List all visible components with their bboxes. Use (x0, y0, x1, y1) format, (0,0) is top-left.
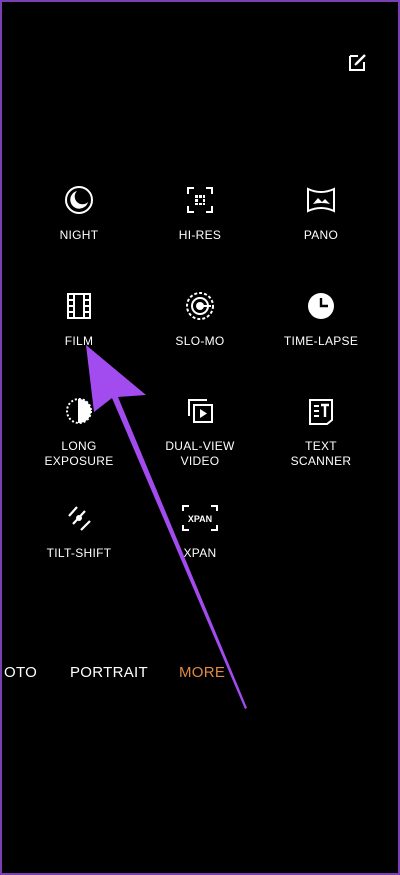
mode-label: NIGHT (59, 228, 99, 242)
mode-hi-res[interactable]: HI-RES (140, 184, 260, 243)
mode-time-lapse[interactable]: TIME-LAPSE (261, 290, 381, 349)
text-scanner-icon (305, 395, 337, 427)
camera-mode-bar: OTO PORTRAIT MORE (0, 664, 400, 684)
mode-label: PANO (303, 228, 339, 242)
night-icon (63, 184, 95, 216)
long-exposure-icon (63, 395, 95, 427)
slo-mo-icon (184, 290, 216, 322)
nav-portrait[interactable]: PORTRAIT (70, 664, 148, 681)
mode-film[interactable]: FILM (19, 290, 139, 349)
mode-tilt-shift[interactable]: TILT-SHIFT (19, 502, 139, 561)
hi-res-icon (184, 184, 216, 216)
mode-label: DUAL-VIEW VIDEO (165, 439, 235, 468)
mode-label: SLO-MO (175, 334, 225, 348)
xpan-icon-text: XPAN (188, 514, 212, 524)
edit-button[interactable] (346, 50, 370, 74)
nav-photo[interactable]: OTO (4, 664, 37, 681)
mode-label: HI-RES (178, 228, 222, 242)
mode-label: FILM (64, 334, 94, 348)
mode-label: XPAN (183, 546, 217, 560)
edit-icon (349, 54, 366, 71)
time-lapse-icon (305, 290, 337, 322)
mode-slo-mo[interactable]: SLO-MO (140, 290, 260, 349)
mode-pano[interactable]: PANO (261, 184, 381, 243)
mode-xpan[interactable]: XPAN XPAN (140, 502, 260, 561)
film-icon (63, 290, 95, 322)
tilt-shift-icon (63, 502, 95, 534)
nav-more[interactable]: MORE (179, 664, 225, 681)
mode-label: LONG EXPOSURE (44, 439, 114, 468)
mode-night[interactable]: NIGHT (19, 184, 139, 243)
mode-text-scanner[interactable]: TEXT SCANNER (261, 395, 381, 469)
mode-label: TIME-LAPSE (283, 334, 359, 348)
mode-label: TEXT SCANNER (290, 439, 352, 468)
mode-dual-view-video[interactable]: DUAL-VIEW VIDEO (140, 395, 260, 469)
xpan-icon: XPAN (180, 502, 220, 534)
mode-label: TILT-SHIFT (46, 546, 112, 560)
dual-view-video-icon (184, 395, 216, 427)
mode-long-exposure[interactable]: LONG EXPOSURE (19, 395, 139, 469)
pano-icon (305, 184, 337, 216)
